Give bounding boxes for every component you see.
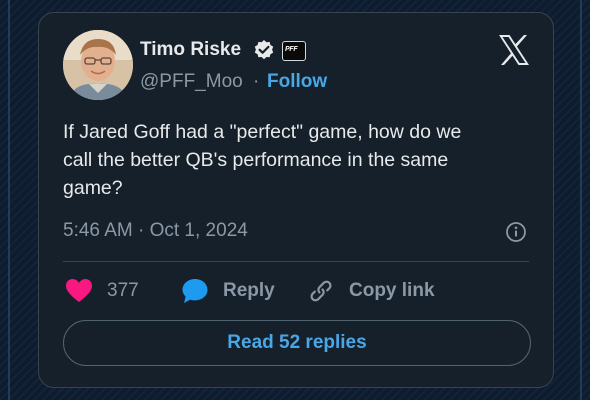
speech-bubble-icon bbox=[182, 279, 208, 303]
x-logo-icon[interactable] bbox=[497, 33, 531, 67]
right-frame-line bbox=[580, 0, 582, 400]
read-replies-button[interactable]: Read 52 replies bbox=[63, 320, 531, 366]
copy-link-button[interactable]: Copy link bbox=[307, 275, 435, 307]
like-count: 377 bbox=[107, 280, 139, 301]
pff-affiliate-icon[interactable]: PFF bbox=[282, 41, 306, 61]
verified-icon bbox=[254, 40, 274, 60]
reply-button[interactable]: Reply bbox=[181, 275, 275, 307]
reply-label: Reply bbox=[223, 280, 275, 301]
info-icon[interactable] bbox=[505, 221, 527, 243]
tweet-card: Timo Riske PFF @PFF_Moo · Follow If Jare… bbox=[38, 12, 554, 388]
link-icon bbox=[310, 280, 332, 302]
handle-separator: · bbox=[253, 71, 260, 92]
divider bbox=[63, 261, 529, 262]
avatar[interactable] bbox=[63, 30, 133, 100]
left-frame-line bbox=[8, 0, 10, 400]
tweet-text: If Jared Goff had a "perfect" game, how … bbox=[63, 118, 533, 202]
tweet-timestamp[interactable]: 5:46 AM · Oct 1, 2024 bbox=[63, 220, 248, 242]
follow-button[interactable]: Follow bbox=[267, 71, 327, 93]
copy-link-label: Copy link bbox=[349, 280, 435, 301]
tweet-text-line: call the better QB's performance in the … bbox=[63, 149, 449, 171]
pff-badge-label: PFF bbox=[285, 46, 298, 53]
like-button[interactable]: 377 bbox=[65, 275, 139, 307]
tweet-text-line: game? bbox=[63, 177, 123, 199]
tweet-text-line: If Jared Goff had a "perfect" game, how … bbox=[63, 121, 462, 143]
heart-icon bbox=[66, 279, 92, 302]
author-handle[interactable]: @PFF_Moo bbox=[140, 71, 243, 93]
author-name[interactable]: Timo Riske bbox=[140, 39, 241, 61]
